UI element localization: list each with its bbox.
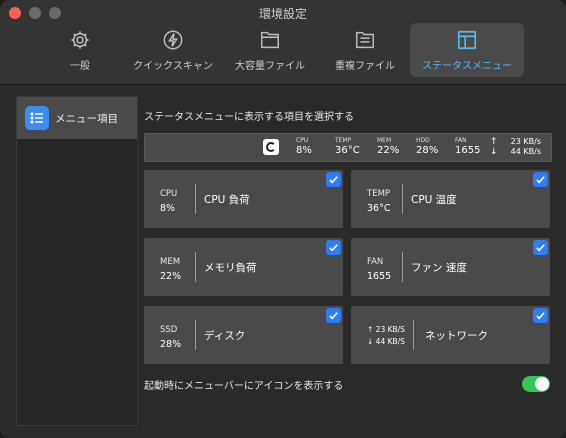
card-divider	[402, 252, 403, 282]
preview-metric-mem: MEM 22%	[377, 137, 400, 156]
preview-metric-hdd: HDD 28%	[416, 137, 439, 156]
card-small-value: 1655	[367, 271, 392, 282]
card-divider	[195, 184, 196, 214]
card-divider	[413, 320, 414, 350]
card-net-down: ↓ 44 KB/S	[367, 337, 405, 346]
title-bar: 環境設定 一般 クイックスキャン 大容量ファイル 重複ファイル ステータスメニュ…	[0, 0, 566, 85]
card-net-up: ↑ 23 KB/S	[367, 325, 405, 334]
menu-item-card-network[interactable]: ↑ 23 KB/S ↓ 44 KB/S ネットワーク	[351, 306, 550, 364]
window-title: 環境設定	[258, 7, 307, 21]
sidebar: メニュー項目	[16, 96, 138, 426]
menu-layout-icon	[457, 30, 477, 50]
menu-item-card-memory[interactable]: MEM 22% メモリ負荷	[144, 238, 343, 296]
card-checkbox[interactable]	[326, 240, 341, 255]
duplicate-folder-icon	[356, 31, 374, 49]
sidebar-item-menu-items[interactable]: メニュー項目	[17, 97, 137, 139]
preview-net-up: 23 KB/s	[510, 137, 541, 146]
tab-label: ステータスメニュー	[422, 61, 512, 72]
card-name: ネットワーク	[425, 330, 488, 342]
preview-net-down: 44 KB/s	[510, 147, 541, 156]
section-heading: ステータスメニューに表示する項目を選択する	[144, 112, 354, 123]
checkmark-icon	[329, 244, 338, 252]
card-name: ファン 速度	[411, 262, 467, 274]
card-small-value: 36°C	[367, 203, 391, 214]
card-checkbox[interactable]	[533, 172, 548, 187]
card-small-label: CPU	[160, 189, 178, 199]
tab-status-menu[interactable]: ステータスメニュー	[410, 23, 524, 77]
checkmark-icon	[329, 176, 338, 184]
menu-item-card-cpu-temp[interactable]: TEMP 36°C CPU 温度	[351, 170, 550, 228]
toggle-knob	[535, 377, 549, 391]
main-content: ステータスメニューに表示する項目を選択する CPU 8% TEMP 36°C M…	[144, 96, 554, 424]
card-name: CPU 負荷	[204, 194, 250, 206]
preview-network: 23 KB/s 44 KB/s	[491, 137, 541, 157]
card-small-label: MEM	[160, 257, 181, 267]
card-small-label: FAN	[367, 257, 384, 267]
card-small-label: TEMP	[367, 189, 391, 199]
checkmark-icon	[536, 312, 545, 320]
preview-metric-cpu: CPU 8%	[296, 137, 312, 156]
checkmark-icon	[536, 176, 545, 184]
status-bar-preview: CPU 8% TEMP 36°C MEM 22% HDD 28% FAN 165…	[144, 133, 552, 162]
preview-metric-fan: FAN 1655	[455, 137, 481, 156]
card-checkbox[interactable]	[326, 172, 341, 187]
card-small-value: 28%	[160, 339, 182, 350]
preview-metric-temp: TEMP 36°C	[335, 137, 360, 156]
gear-icon	[71, 31, 89, 49]
tab-label: 一般	[70, 61, 90, 72]
checkmark-icon	[536, 244, 545, 252]
tab-label: 重複ファイル	[335, 61, 395, 72]
tab-label: 大容量ファイル	[235, 61, 305, 72]
card-checkbox[interactable]	[533, 240, 548, 255]
app-logo-icon	[263, 139, 279, 155]
checkmark-icon	[329, 312, 338, 320]
tab-duplicate-files[interactable]: 重複ファイル	[320, 23, 410, 77]
menu-item-card-cpu-load[interactable]: CPU 8% CPU 負荷	[144, 170, 343, 228]
card-name: メモリ負荷	[204, 262, 257, 274]
card-divider	[195, 320, 196, 350]
tab-quick-scan[interactable]: クイックスキャン	[126, 23, 220, 77]
tab-general[interactable]: 一般	[34, 23, 126, 77]
sidebar-item-label: メニュー項目	[55, 112, 118, 125]
card-name: ディスク	[204, 330, 246, 342]
card-checkbox[interactable]	[533, 308, 548, 323]
list-icon	[25, 106, 49, 130]
show-icon-at-login-toggle[interactable]	[522, 376, 550, 392]
card-small-label: SSD	[160, 325, 178, 335]
show-icon-at-login-label: 起動時にメニューバーにアイコンを表示する	[144, 381, 344, 392]
card-name: CPU 温度	[411, 194, 457, 206]
menu-item-card-fan[interactable]: FAN 1655 ファン 速度	[351, 238, 550, 296]
card-checkbox[interactable]	[326, 308, 341, 323]
preferences-window: 環境設定 一般 クイックスキャン 大容量ファイル 重複ファイル ステータスメニュ…	[0, 0, 566, 438]
card-divider	[402, 184, 403, 214]
tab-label: クイックスキャン	[133, 61, 213, 72]
card-small-value: 8%	[160, 203, 176, 214]
tab-large-files[interactable]: 大容量ファイル	[220, 23, 320, 77]
menu-item-card-disk[interactable]: SSD 28% ディスク	[144, 306, 343, 364]
folder-icon	[261, 31, 279, 49]
preferences-tabs: 一般 クイックスキャン 大容量ファイル 重複ファイル ステータスメニュー	[34, 23, 524, 77]
card-divider	[195, 252, 196, 282]
bolt-icon	[163, 30, 183, 50]
card-small-value: 22%	[160, 271, 182, 282]
